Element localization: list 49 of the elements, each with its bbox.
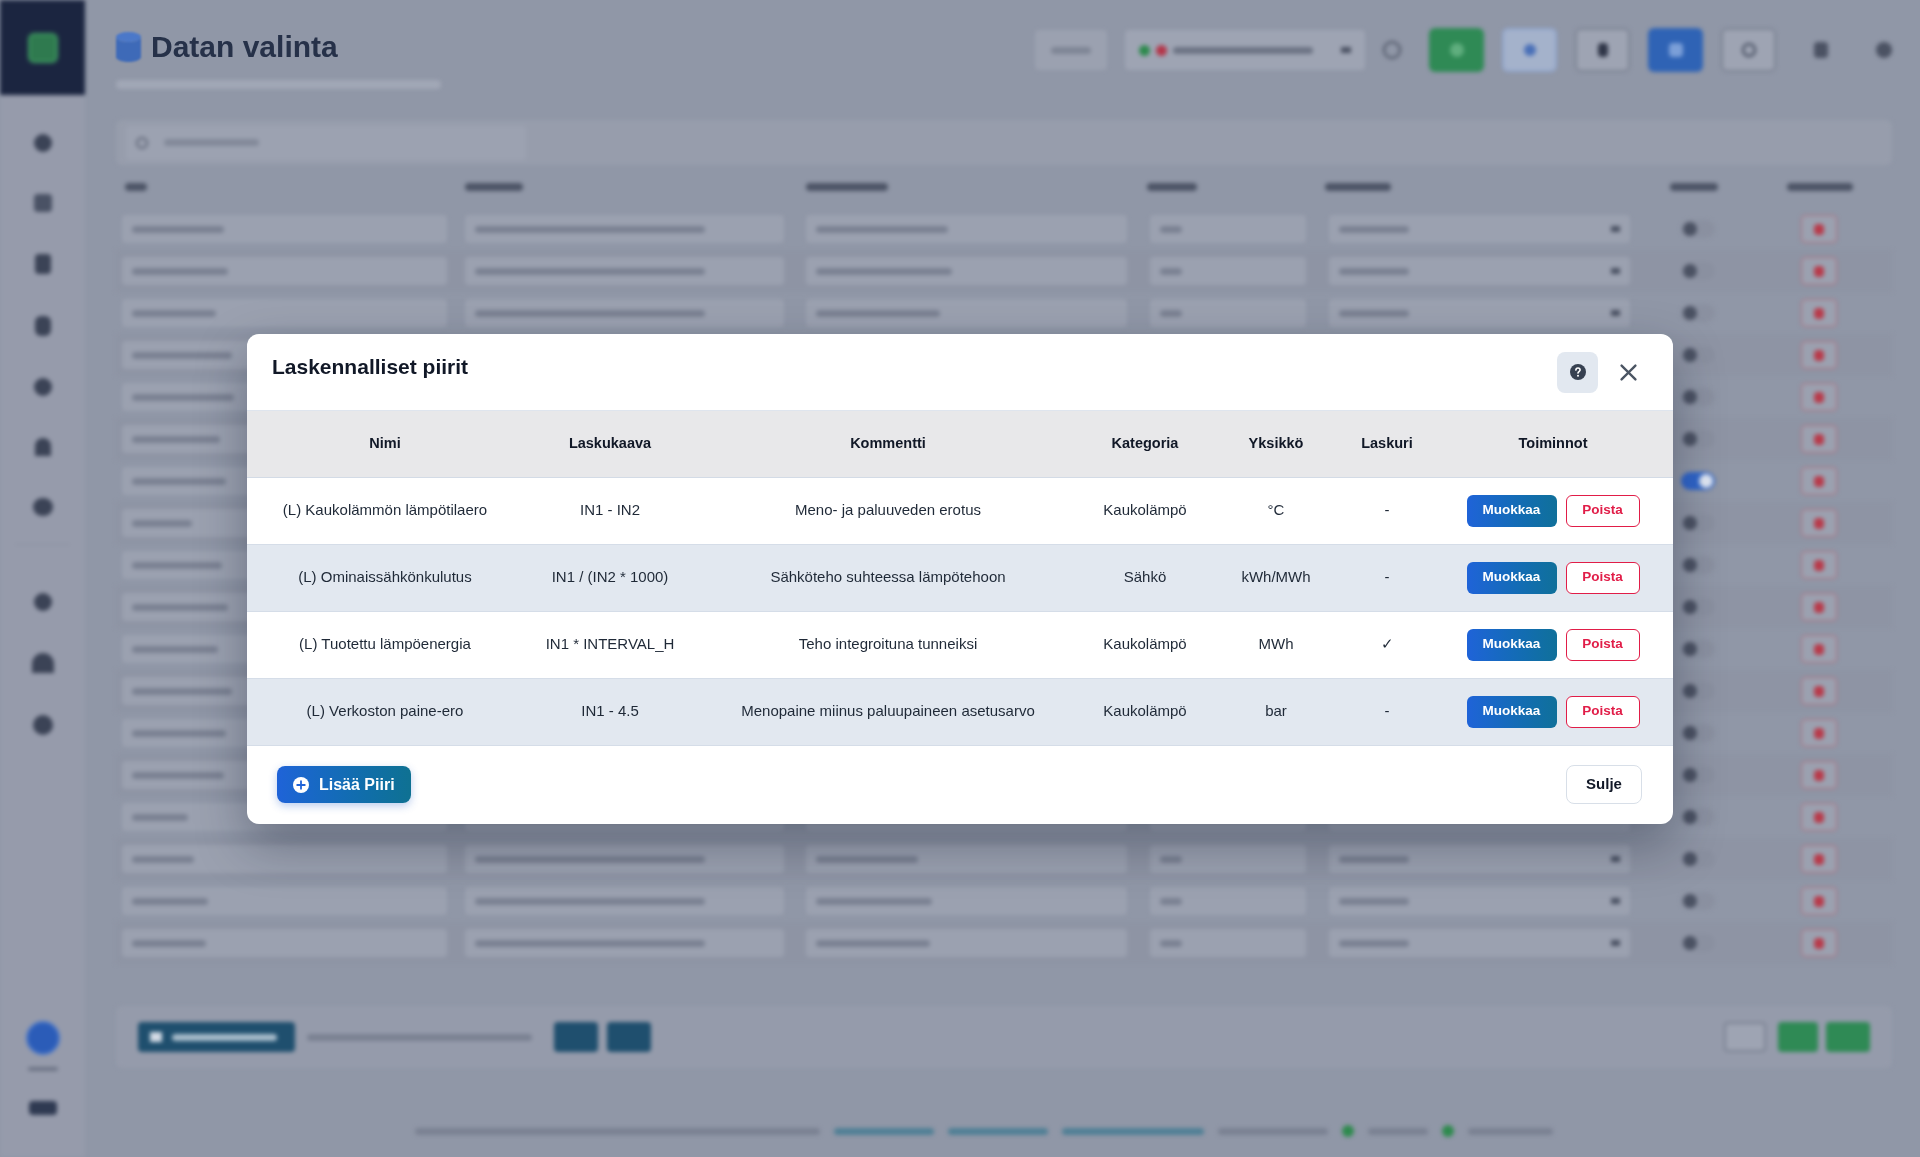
table-cell-text: (L) Kaukolämmön lämpötilaero xyxy=(282,500,488,521)
column-header: Laskukaava xyxy=(568,433,652,453)
table-cell-text: (L) Tuotettu lämpöenergia xyxy=(299,634,471,655)
table-cell-text: (L) Ominaissähkönkulutus xyxy=(298,567,472,588)
table-cell-text: ✓ xyxy=(1380,634,1394,655)
delete-button[interactable]: Poista xyxy=(1565,494,1640,527)
table-cell-text: IN1 - IN2 xyxy=(580,500,640,521)
edit-button[interactable]: Muokkaa xyxy=(1466,494,1557,527)
delete-button[interactable]: Poista xyxy=(1565,695,1640,728)
table-cell-text: Teho integroituna tunneiksi xyxy=(798,634,978,655)
table-cell-text: Sähköteho suhteessa lämpötehoon xyxy=(770,567,1006,588)
table-cell-text: Kaukolämpö xyxy=(1103,701,1187,722)
table-cell-text: MWh xyxy=(1258,634,1294,655)
close-icon xyxy=(1619,363,1637,381)
table-cell-text: Kaukolämpö xyxy=(1103,500,1187,521)
dialog-title: Laskennalliset piirit xyxy=(272,353,469,380)
table-cell-text: Sähkö xyxy=(1123,567,1167,588)
table-cell-text: IN1 - 4.5 xyxy=(581,701,639,722)
delete-button[interactable]: Poista xyxy=(1565,561,1640,594)
close-dialog-button[interactable]: Sulje xyxy=(1566,765,1642,804)
column-header: Laskuri xyxy=(1361,433,1413,453)
table-cell-text: Meno- ja paluuveden erotus xyxy=(795,500,981,521)
column-header: Kommentti xyxy=(850,433,926,453)
column-header: Yksikkö xyxy=(1248,433,1304,453)
table-cell-text: °C xyxy=(1267,500,1285,521)
table-cell-text: IN1 * INTERVAL_H xyxy=(545,634,675,655)
table-cell-text: IN1 / (IN2 * 1000) xyxy=(551,567,669,588)
help-icon xyxy=(1569,364,1586,380)
plus-circle-icon xyxy=(293,776,309,793)
page-title: Datan valinta xyxy=(151,30,338,64)
edit-button[interactable]: Muokkaa xyxy=(1466,561,1557,594)
table-cell-text: Kaukolämpö xyxy=(1103,634,1187,655)
table-cell-text: - xyxy=(1384,701,1390,722)
edit-button[interactable]: Muokkaa xyxy=(1466,695,1557,728)
database-icon xyxy=(116,32,141,62)
add-circuit-button[interactable]: Lisää Piiri xyxy=(277,766,411,803)
delete-button[interactable]: Poista xyxy=(1565,628,1640,661)
table-cell-text: - xyxy=(1384,500,1390,521)
column-header: Kategoria xyxy=(1111,433,1179,453)
table-cell-text: - xyxy=(1384,567,1390,588)
column-header: Nimi xyxy=(369,433,401,453)
close-button[interactable] xyxy=(1619,363,1637,381)
table-cell-text: bar xyxy=(1265,701,1287,722)
table-cell-text: (L) Verkoston paine-ero xyxy=(306,701,464,722)
table-cell-text: kWh/MWh xyxy=(1241,567,1311,588)
table-cell-text: Menopaine miinus paluupaineen asetusarvo xyxy=(741,701,1035,722)
help-button[interactable] xyxy=(1557,351,1598,393)
edit-button[interactable]: Muokkaa xyxy=(1466,628,1557,661)
column-header: Toiminnot xyxy=(1518,433,1588,453)
